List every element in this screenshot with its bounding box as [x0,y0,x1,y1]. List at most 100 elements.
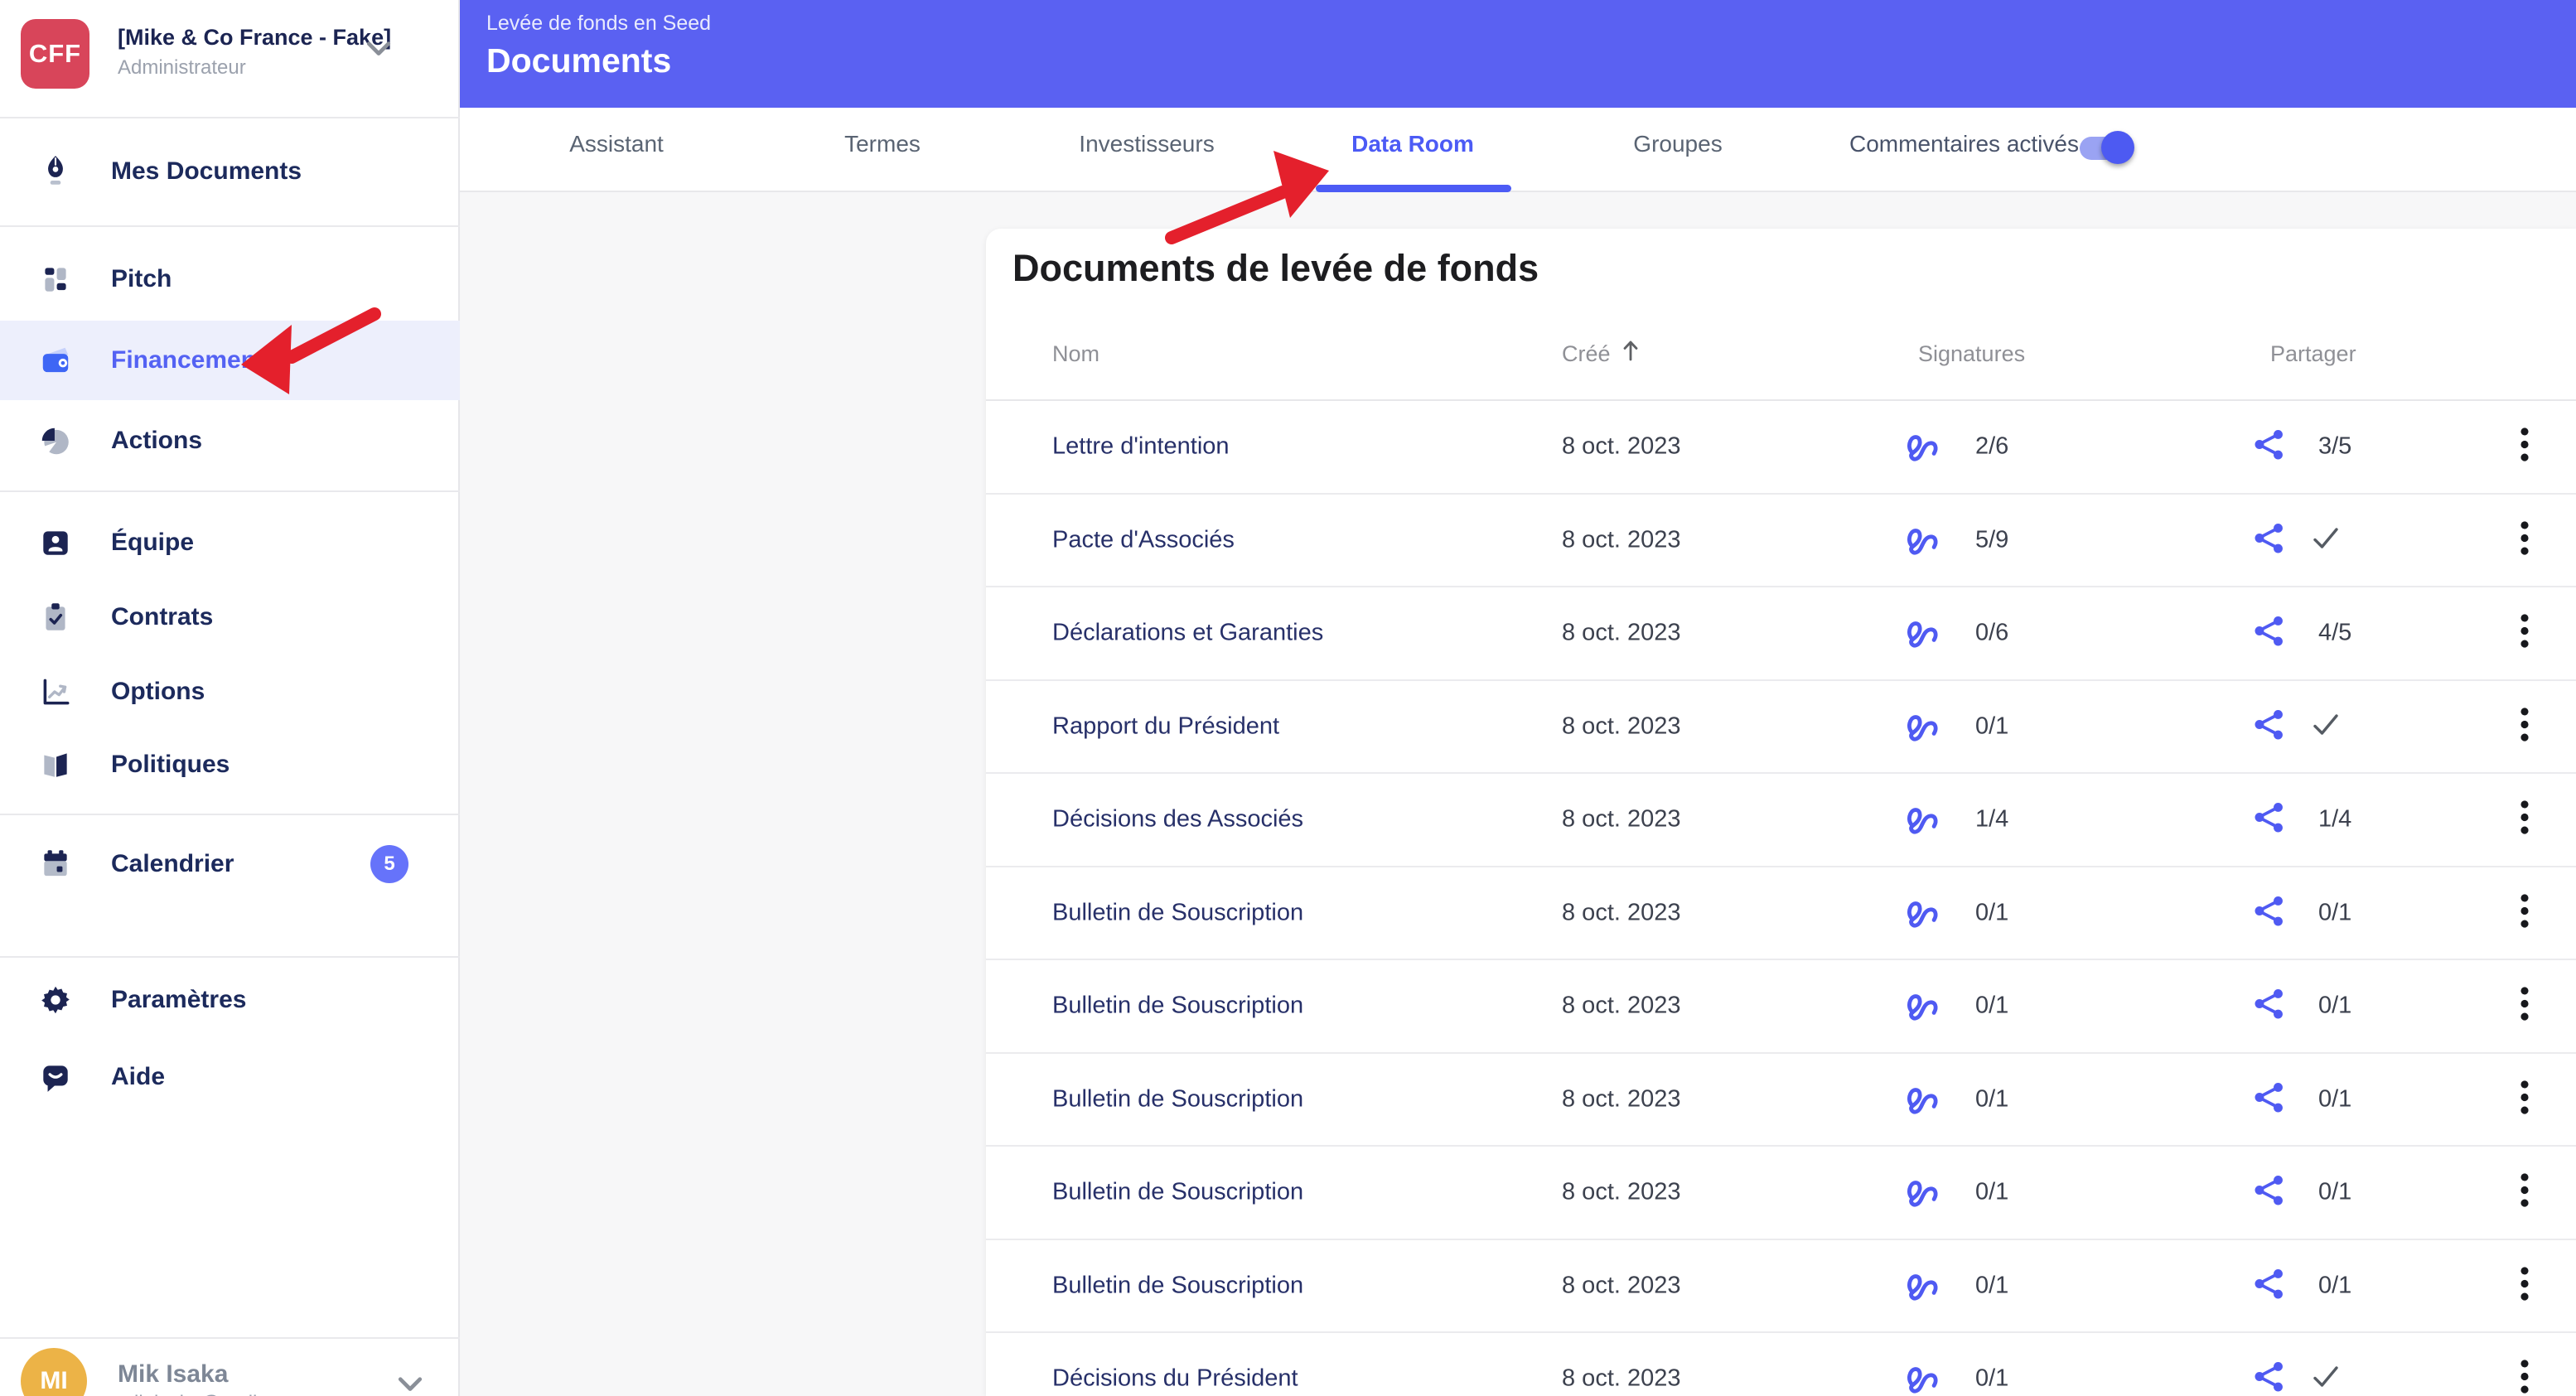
column-header-nom[interactable]: Nom [1052,341,1100,367]
table-row[interactable]: Décisions du Président 8 oct. 2023 0/1 [986,1333,2576,1396]
page-title: Documents [486,41,672,80]
tab-termes[interactable]: Termes [844,131,921,157]
share-icon[interactable] [2251,1359,2288,1396]
share-icon[interactable] [2251,892,2288,933]
share-icon[interactable] [2251,1265,2288,1306]
share-icon[interactable] [2251,986,2288,1026]
signatures-count: 5/9 [1975,526,2009,553]
kebab-menu-icon[interactable] [2512,888,2537,937]
doc-name[interactable]: Décisions des Associés [1052,806,1303,833]
chevron-down-icon[interactable] [396,1374,424,1396]
column-header-partager[interactable]: Partager [2270,341,2356,367]
layout-blocks-icon [38,262,73,297]
org-switcher[interactable]: CFF [Mike & Co France - Fake] Administra… [0,0,460,118]
table-row[interactable]: Rapport du Président 8 oct. 2023 0/1 [986,681,2576,774]
signature-icon[interactable] [1902,1263,1942,1307]
chat-smile-icon [38,1060,73,1094]
share-icon[interactable] [2251,799,2288,840]
share-count: 0/1 [2318,992,2352,1019]
table-row[interactable]: Bulletin de Souscription 8 oct. 2023 0/1… [986,1147,2576,1240]
share-icon[interactable] [2251,1079,2288,1119]
sidebar-item-options[interactable]: Options [0,652,460,732]
kebab-menu-icon[interactable] [2512,795,2537,844]
table-row[interactable]: Bulletin de Souscription 8 oct. 2023 0/1… [986,960,2576,1054]
doc-name[interactable]: Bulletin de Souscription [1052,1085,1303,1113]
doc-created: 8 oct. 2023 [1562,805,1681,833]
signatures-count: 0/1 [1975,899,2009,926]
doc-name[interactable]: Bulletin de Souscription [1052,1179,1303,1206]
doc-name[interactable]: Pacte d'Associés [1052,526,1235,553]
kebab-menu-icon[interactable] [2512,1261,2537,1310]
sidebar-item-actions[interactable]: Actions [0,401,460,481]
signature-icon[interactable] [1902,1171,1942,1215]
share-icon[interactable] [2251,427,2288,467]
doc-name[interactable]: Rapport du Président [1052,712,1279,740]
doc-name[interactable]: Déclarations et Garanties [1052,620,1323,647]
sidebar-item-label: Politiques [111,751,230,778]
table-row[interactable]: Décisions des Associés 8 oct. 2023 1/4 1… [986,774,2576,867]
sidebar-item-financement[interactable]: Financement [0,321,460,400]
kebab-menu-icon[interactable] [2512,515,2537,564]
share-icon[interactable] [2251,1172,2288,1213]
tab-data-room[interactable]: Data Room [1351,131,1474,157]
signature-icon[interactable] [1902,798,1942,842]
doc-name[interactable]: Bulletin de Souscription [1052,899,1303,926]
chevron-down-icon[interactable] [365,38,393,62]
sidebar-item-label: Aide [111,1063,166,1090]
user-menu[interactable]: MI Mik Isaka mik.isaka@mail.com [0,1339,460,1396]
tab-assistant[interactable]: Assistant [569,131,664,157]
doc-created: 8 oct. 2023 [1562,1085,1681,1113]
doc-name[interactable]: Bulletin de Souscription [1052,1272,1303,1299]
kebab-menu-icon[interactable] [2512,1075,2537,1123]
share-icon[interactable] [2251,613,2288,654]
kebab-menu-icon[interactable] [2512,1168,2537,1217]
sidebar-item-aide[interactable]: Aide [0,1037,460,1117]
signature-icon[interactable] [1902,984,1942,1028]
table-row[interactable]: Lettre d'intention 8 oct. 2023 2/6 3/5 [986,401,2576,495]
share-icon[interactable] [2251,706,2288,746]
signature-icon[interactable] [1902,425,1942,469]
table-row[interactable]: Bulletin de Souscription 8 oct. 2023 0/1… [986,1240,2576,1333]
kebab-menu-icon[interactable] [2512,982,2537,1031]
tab-groupes[interactable]: Groupes [1633,131,1722,157]
tab-investisseurs[interactable]: Investisseurs [1079,131,1214,157]
dataroom-card: Documents de levée de fonds Nom Créé Sig… [986,229,2576,1396]
share-icon[interactable] [2251,519,2288,560]
sidebar-item-calendrier[interactable]: Calendrier 5 [0,824,460,904]
signature-icon[interactable] [1902,518,1942,562]
column-header-cree[interactable]: Créé [1562,341,1611,367]
signature-icon[interactable] [1902,1357,1942,1396]
signatures-count: 2/6 [1975,432,2009,460]
sidebar-item-politiques[interactable]: Politiques [0,725,460,804]
sidebar-item-parametres[interactable]: Paramètres [0,960,460,1040]
table-row[interactable]: Pacte d'Associés 8 oct. 2023 5/9 [986,495,2576,587]
table-row[interactable]: Bulletin de Souscription 8 oct. 2023 0/1… [986,1054,2576,1147]
table-row[interactable]: Bulletin de Souscription 8 oct. 2023 0/1… [986,867,2576,960]
kebab-menu-icon[interactable] [2512,609,2537,658]
sidebar: CFF [Mike & Co France - Fake] Administra… [0,0,460,1396]
sort-ascending-icon[interactable] [1617,336,1644,369]
signature-icon[interactable] [1902,891,1942,935]
doc-name[interactable]: Bulletin de Souscription [1052,993,1303,1020]
signature-icon[interactable] [1902,704,1942,748]
signature-icon[interactable] [1902,611,1942,655]
signatures-count: 0/1 [1975,1272,2009,1299]
calendar-count-badge: 5 [370,845,408,883]
kebab-menu-icon[interactable] [2512,1355,2537,1396]
kebab-menu-icon[interactable] [2512,702,2537,751]
sidebar-item-pitch[interactable]: Pitch [0,239,460,319]
comments-toggle[interactable] [2080,130,2136,164]
column-header-signatures[interactable]: Signatures [1918,341,2025,367]
sidebar-item-contrats[interactable]: Contrats [0,577,460,657]
doc-name[interactable]: Lettre d'intention [1052,433,1230,461]
doc-name[interactable]: Décisions du Président [1052,1365,1298,1393]
table-row[interactable]: Déclarations et Garanties 8 oct. 2023 0/… [986,587,2576,681]
doc-created: 8 oct. 2023 [1562,899,1681,926]
share-count: 0/1 [2318,1085,2352,1113]
kebab-menu-icon[interactable] [2512,423,2537,471]
sidebar-item-mes-documents[interactable]: Mes Documents [0,132,460,211]
signature-icon[interactable] [1902,1077,1942,1121]
sidebar-item-equipe[interactable]: Équipe [0,503,460,582]
clipboard-check-icon [38,600,73,635]
sidebar-item-label: Financement [111,346,265,374]
